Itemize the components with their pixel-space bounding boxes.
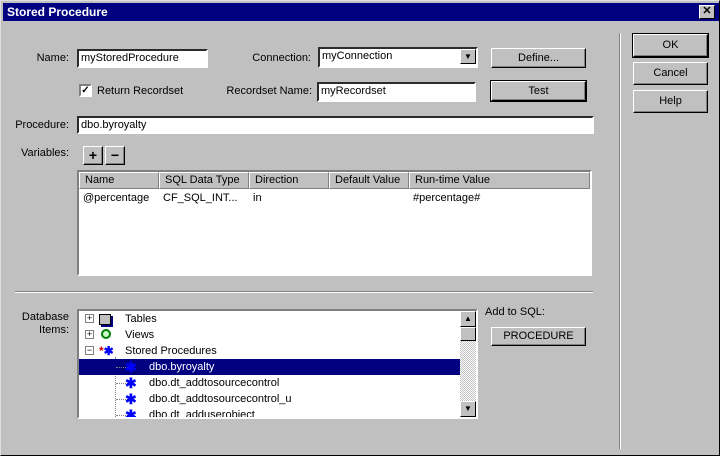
dialog-title: Stored Procedure bbox=[7, 5, 108, 19]
recordset-name-label: Recordset Name: bbox=[226, 85, 312, 97]
tree-item-procedure[interactable]: ✱ dbo.dt_addtosourcecontrol bbox=[79, 375, 460, 391]
connection-value: myConnection bbox=[322, 50, 393, 62]
view-icon bbox=[101, 329, 111, 339]
vertical-scrollbar[interactable]: ▲ ▼ bbox=[460, 311, 476, 417]
test-button[interactable]: Test bbox=[490, 80, 587, 102]
column-header-runtime-value[interactable]: Run-time Value bbox=[409, 172, 590, 189]
tree-item-tables[interactable]: + Tables bbox=[79, 311, 460, 327]
cell-name: @percentage bbox=[83, 192, 150, 204]
procedure-icon: ✱ bbox=[125, 391, 137, 407]
define-button[interactable]: Define... bbox=[491, 48, 586, 68]
add-variable-button[interactable]: + bbox=[83, 146, 103, 165]
procedure-icon: ✱ bbox=[125, 375, 137, 391]
tree-item-procedure[interactable]: ✱ dbo.dt_addtosourcecontrol_u bbox=[79, 391, 460, 407]
tree-item-stored-procedures[interactable]: − *✱ Stored Procedures bbox=[79, 343, 460, 359]
stored-procedure-dialog: Stored Procedure ✕ Name: myStoredProcedu… bbox=[0, 0, 720, 456]
database-items-label: Database Items: bbox=[21, 311, 69, 336]
procedure-icon: ✱ bbox=[125, 407, 137, 419]
variables-label: Variables: bbox=[21, 147, 70, 159]
help-button[interactable]: Help bbox=[633, 90, 708, 113]
return-recordset-checkbox[interactable]: ✓ bbox=[79, 84, 92, 97]
cell-direction: in bbox=[253, 192, 262, 204]
close-icon: ✕ bbox=[702, 5, 712, 17]
recordset-name-input[interactable]: myRecordset bbox=[317, 82, 476, 102]
divider bbox=[15, 291, 593, 293]
cancel-button[interactable]: Cancel bbox=[633, 62, 708, 85]
procedure-icon: ✱ bbox=[125, 359, 137, 375]
add-to-sql-label: Add to SQL: bbox=[485, 306, 545, 318]
database-items-tree[interactable]: + Tables + Views − *✱ Stored Procedures … bbox=[77, 309, 478, 419]
column-header-name[interactable]: Name bbox=[79, 172, 159, 189]
tree-item-procedure[interactable]: ✱ dbo.dt_adduserobject bbox=[79, 407, 460, 419]
procedure-label: Procedure: bbox=[15, 119, 69, 131]
close-button[interactable]: ✕ bbox=[699, 5, 715, 19]
return-recordset-label: Return Recordset bbox=[97, 85, 184, 97]
name-label: Name: bbox=[36, 52, 69, 64]
scroll-up-icon[interactable]: ▲ bbox=[460, 311, 476, 327]
procedure-button[interactable]: PROCEDURE bbox=[491, 327, 586, 346]
expand-icon[interactable]: + bbox=[85, 314, 94, 323]
table-icon bbox=[99, 314, 111, 325]
collapse-icon[interactable]: − bbox=[85, 346, 94, 355]
title-bar: Stored Procedure ✕ bbox=[3, 3, 719, 21]
scroll-down-icon[interactable]: ▼ bbox=[460, 401, 476, 417]
variables-table[interactable]: Name SQL Data Type Direction Default Val… bbox=[77, 170, 592, 276]
connection-label: Connection: bbox=[252, 52, 311, 64]
column-header-direction[interactable]: Direction bbox=[249, 172, 329, 189]
stored-procedures-icon: *✱ bbox=[99, 344, 114, 358]
scroll-thumb[interactable] bbox=[460, 327, 476, 341]
cell-runtime-value: #percentage# bbox=[413, 192, 481, 204]
column-header-default-value[interactable]: Default Value bbox=[329, 172, 409, 189]
ok-button[interactable]: OK bbox=[632, 33, 709, 58]
tree-item-views[interactable]: + Views bbox=[79, 327, 460, 343]
tree-item-dbo-byroyalty[interactable]: ✱ dbo.byroyalty bbox=[79, 359, 460, 375]
name-input[interactable]: myStoredProcedure bbox=[77, 49, 208, 68]
expand-icon[interactable]: + bbox=[85, 330, 94, 339]
connection-select[interactable]: myConnection ▼ bbox=[318, 47, 478, 68]
dropdown-arrow-icon[interactable]: ▼ bbox=[460, 49, 476, 64]
procedure-input[interactable]: dbo.byroyalty bbox=[77, 116, 594, 134]
column-header-sql-data-type[interactable]: SQL Data Type bbox=[159, 172, 249, 189]
cell-sql-data-type: CF_SQL_INT... bbox=[163, 192, 238, 204]
vertical-divider bbox=[619, 33, 621, 449]
remove-variable-button[interactable]: − bbox=[105, 146, 125, 165]
